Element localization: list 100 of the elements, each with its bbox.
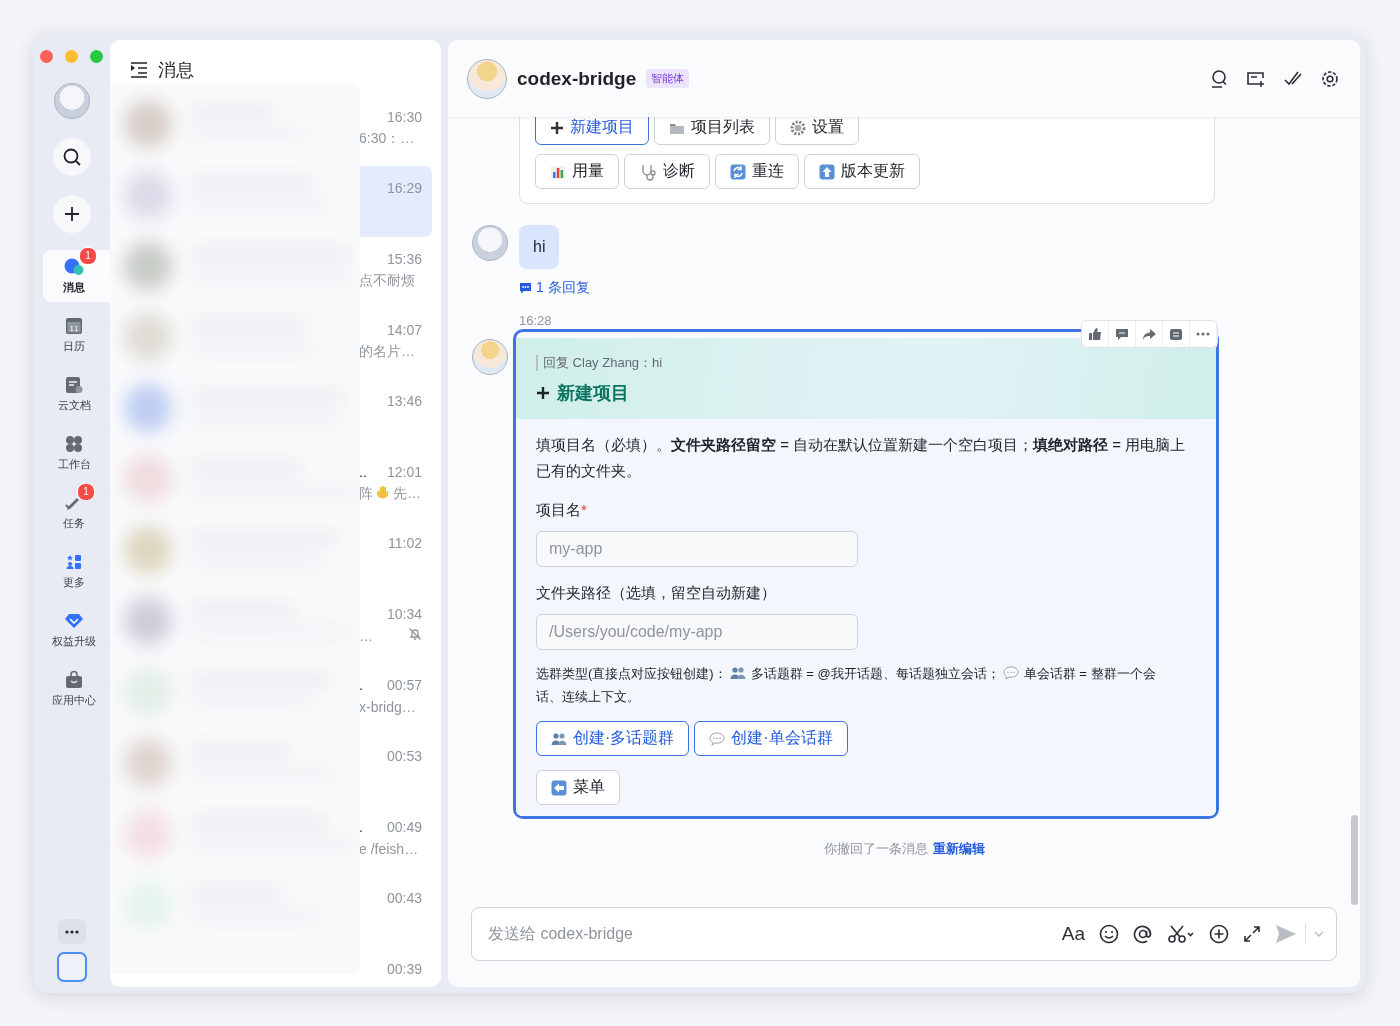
chat-bubbles-icon (63, 257, 85, 277)
re-edit-link[interactable]: 重新编辑 (932, 841, 985, 856)
card-button[interactable]: 诊断 (624, 154, 710, 189)
format-button[interactable]: Aa (1061, 923, 1085, 945)
message-time: 00:53 (386, 748, 422, 764)
message-time: 10:34 (386, 606, 422, 622)
send-icon (1275, 924, 1297, 944)
message-time: 14:07 (386, 322, 422, 338)
screenshot-button[interactable] (1167, 924, 1195, 944)
card-button[interactable]: 重连 (715, 154, 799, 189)
emoji-button[interactable] (1099, 924, 1119, 944)
message-time: 15:36 (386, 251, 422, 267)
card-button[interactable]: 菜单 (536, 770, 620, 805)
plus-icon (62, 205, 81, 223)
more-button[interactable] (57, 919, 86, 944)
collapse-menu-icon (130, 62, 148, 78)
message-time: 00:39 (386, 961, 422, 977)
note-text: 多话题群 = @我开话题、每话题独立会话； (750, 666, 1000, 681)
mention-button[interactable] (1133, 924, 1153, 944)
profile-avatar[interactable] (56, 952, 87, 982)
card-title: 新建项目 (557, 382, 629, 405)
window-control-button[interactable] (40, 50, 53, 63)
recall-notice: 你撤回了一条消息 (823, 841, 928, 856)
search-button[interactable] (52, 138, 91, 176)
shopping-bag-icon (65, 671, 83, 689)
message-time: 00:49 (386, 819, 422, 835)
expand-button[interactable] (1243, 925, 1261, 943)
list-title: 消息 (158, 59, 194, 82)
sidebar-item[interactable]: 应用中心 (43, 663, 110, 715)
comment-icon (519, 282, 532, 294)
message-preview: x-bridg… (359, 699, 416, 715)
chevron-down-icon (1314, 931, 1324, 937)
plus-icon (536, 386, 550, 400)
conversation-name: . (359, 819, 363, 835)
sidebar-item[interactable]: 工作台 (43, 427, 110, 479)
sidebar-item[interactable]: 权益升级 (43, 604, 110, 656)
comment-icon (1115, 327, 1129, 341)
card-button[interactable]: 创建·单会话群 (694, 721, 848, 756)
card-button[interactable]: 新建项目 (535, 117, 649, 145)
input-field[interactable]: my-app (536, 531, 858, 567)
message-input[interactable]: 发送给 codex-bridge Aa (471, 907, 1337, 961)
reply-link[interactable]: 1 条回复 (519, 279, 590, 297)
search-icon (61, 147, 82, 167)
people-icon (729, 666, 746, 680)
settings-button[interactable] (1320, 68, 1340, 89)
search-person-icon (1209, 68, 1229, 89)
required-mark: * (581, 501, 587, 518)
note-text: 话、连续上下文。 (536, 689, 640, 704)
more-icon (64, 929, 79, 934)
sidebar-item[interactable]: 更多 (43, 545, 110, 597)
input-field[interactable]: /Users/you/code/my-app (536, 614, 858, 650)
quoted-reply: 回复 Clay Zhang：hi (536, 355, 1196, 371)
waving-hand-icon (376, 485, 390, 499)
up-arrow-icon (819, 163, 835, 180)
message-time: 13:46 (386, 393, 422, 409)
card-button[interactable]: 用量 (535, 154, 619, 189)
message-preview: 的名片… (359, 343, 415, 361)
message-time: 11:02 (388, 535, 422, 551)
search-member-button[interactable] (1209, 68, 1229, 89)
list-icon (1169, 327, 1183, 341)
sidebar-item[interactable]: 云文档 (43, 368, 110, 420)
settings-icon (1320, 68, 1340, 89)
message-preview: 6:30：… (359, 130, 415, 148)
sidebar-item[interactable]: 1 消息 (43, 250, 110, 302)
message-preview: 先… (393, 485, 421, 503)
card-button[interactable]: 项目列表 (654, 117, 770, 145)
message-time: 16:29 (386, 180, 422, 196)
scissors-icon (1167, 924, 1195, 944)
message-time: 00:57 (386, 677, 422, 693)
add-button[interactable] (52, 195, 91, 233)
plus-circle-icon (1209, 924, 1229, 944)
diamond-icon (64, 613, 84, 629)
message-bubble: hi (519, 225, 560, 269)
smiley-icon (1099, 924, 1119, 944)
refresh-icon (730, 163, 746, 180)
message-preview: e /feish… (359, 841, 419, 857)
gear-icon (790, 119, 806, 136)
document-icon (65, 376, 83, 394)
unread-badge: 1 (79, 247, 97, 265)
message-time: 00:43 (386, 890, 422, 906)
speech-bubble-icon (1002, 666, 1019, 680)
unread-badge: 1 (77, 483, 95, 501)
card-button[interactable]: 设置 (775, 117, 859, 145)
expand-icon (1243, 925, 1261, 943)
sidebar-item[interactable]: 1 任务 (43, 486, 110, 538)
card-button[interactable]: 创建·多话题群 (536, 721, 690, 756)
conversation-name: . (359, 677, 363, 693)
card-button[interactable]: 版本更新 (804, 154, 920, 189)
message-preview: 点不耐烦 (359, 272, 415, 290)
bar-chart-icon (550, 163, 566, 180)
thumbs-up-icon (1088, 327, 1102, 341)
stethoscope-icon (639, 162, 657, 181)
message-time: 12:01 (386, 464, 422, 480)
scrollbar[interactable] (1351, 815, 1358, 905)
message-preview: 阵 (359, 485, 373, 503)
message-time: 16:28 (519, 313, 553, 329)
add-button[interactable] (1209, 924, 1229, 944)
at-sign-icon (1133, 924, 1153, 944)
card-description: 填项目名（必填）。文件夹路径留空 = 自动在默认位置新建一个空白项目；填绝对路径 = 用电脑上已有的文件夹。 (536, 435, 1187, 481)
apps-icon (64, 552, 84, 572)
